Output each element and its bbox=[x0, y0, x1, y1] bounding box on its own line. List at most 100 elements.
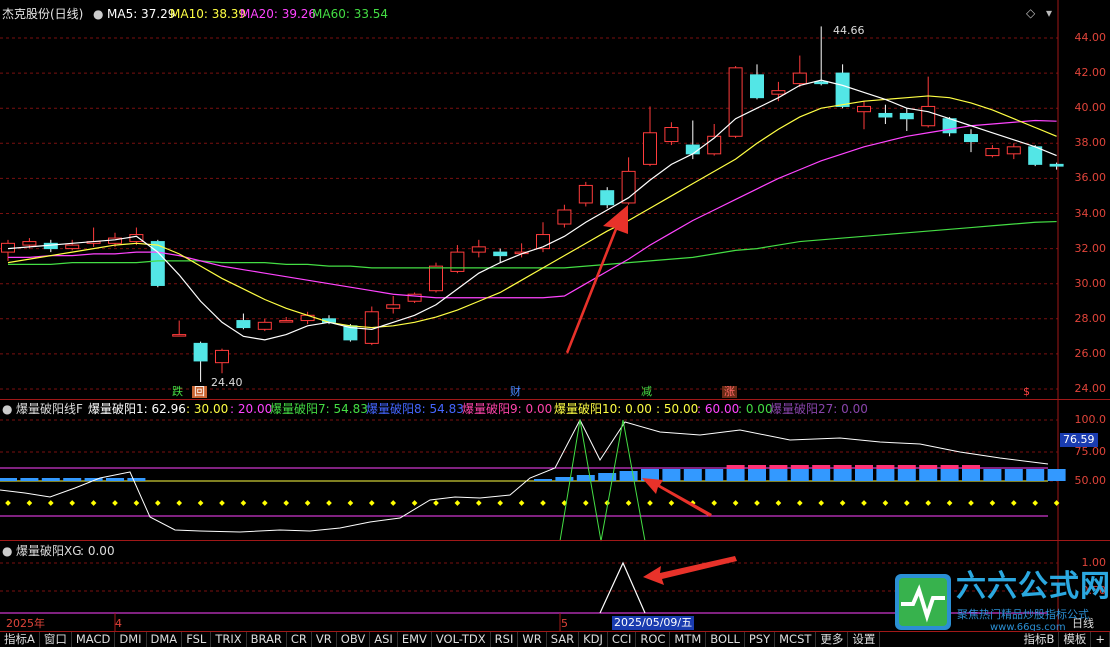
ind1-bar-top bbox=[769, 465, 788, 469]
toolbar-item-sar[interactable]: SAR bbox=[547, 632, 580, 647]
candle-body bbox=[557, 209, 572, 225]
indicator1-v13: : 0.00 bbox=[738, 402, 773, 416]
toolbar-item-rsi[interactable]: RSI bbox=[491, 632, 519, 647]
toolbar-item-[interactable]: 设置 bbox=[848, 632, 881, 647]
ind1-bar-top bbox=[940, 465, 959, 469]
toolbar-item-asi[interactable]: ASI bbox=[370, 632, 398, 647]
candle-body bbox=[771, 90, 786, 95]
ind1-yellow-dot bbox=[90, 500, 97, 506]
event-tag-return[interactable]: 回 bbox=[192, 386, 207, 398]
candle-body bbox=[257, 321, 272, 330]
watermark-logo-icon bbox=[895, 574, 951, 630]
toolbar-item-psy[interactable]: PSY bbox=[745, 632, 776, 647]
candle-body bbox=[493, 251, 508, 257]
toolbar-item-a[interactable]: 指标A bbox=[0, 632, 40, 647]
toolbar-item-macd[interactable]: MACD bbox=[72, 632, 116, 647]
ind1-yellow-dot bbox=[861, 500, 867, 506]
dropdown-icon[interactable]: ▾ bbox=[1046, 6, 1052, 20]
event-tag-rise[interactable]: 涨 bbox=[722, 386, 737, 398]
ind1-yellow-dot bbox=[968, 500, 974, 506]
indicator2-marker: ● bbox=[2, 544, 13, 558]
ind1-bar-top bbox=[919, 465, 938, 469]
indicator1-v11: : 50.00 bbox=[656, 402, 699, 416]
ind1-yellow-dot bbox=[882, 500, 889, 506]
ind1-bar bbox=[662, 469, 681, 481]
ind1-bar-top bbox=[748, 465, 766, 469]
ind2-signal-line bbox=[599, 561, 646, 614]
selected-date-label: 2025/05/09/五 bbox=[612, 616, 695, 630]
indicator-toolbar: 指标A 窗口 MACD DMI DMA FSL TRIX BRAR CR VR OBV ASI EMV V… bbox=[0, 631, 1110, 647]
ind1-bar bbox=[41, 478, 60, 481]
toolbar-item-cci[interactable]: CCI bbox=[608, 632, 637, 647]
candle-body bbox=[750, 74, 764, 99]
candle-body bbox=[65, 244, 80, 250]
toolbar-item-emv[interactable]: EMV bbox=[398, 632, 432, 647]
toolbar-item-voltdx[interactable]: VOL-TDX bbox=[432, 632, 491, 647]
toolbar-item-fsl[interactable]: FSL bbox=[182, 632, 212, 647]
candle-body bbox=[835, 72, 850, 107]
timeframe-label[interactable]: 日线 bbox=[1072, 617, 1094, 631]
toolbar-item-dmi[interactable]: DMI bbox=[115, 632, 147, 647]
red-arrow-ind1 bbox=[642, 478, 712, 517]
ind1-yellow-dot bbox=[304, 500, 311, 506]
toolbar-item-kdj[interactable]: KDJ bbox=[579, 632, 608, 647]
ma5-value: MA5: 37.29 bbox=[107, 7, 176, 21]
toolbar-right-item[interactable]: 模板 bbox=[1059, 632, 1092, 647]
diamond-icon[interactable]: ◇ bbox=[1026, 6, 1035, 20]
indicator1-name[interactable]: 爆量破阳线F bbox=[16, 402, 83, 416]
indicator1-v9: 爆量破阳9: 0.00 bbox=[462, 402, 553, 416]
toolbar-item-vr[interactable]: VR bbox=[312, 632, 337, 647]
toolbar-item-[interactable]: 更多 bbox=[816, 632, 849, 647]
toolbar-item-obv[interactable]: OBV bbox=[337, 632, 371, 647]
ind1-bar bbox=[576, 475, 595, 481]
toolbar-item-[interactable]: 窗口 bbox=[40, 632, 72, 647]
toolbar-right-item[interactable]: + bbox=[1091, 632, 1110, 647]
toolbar-item-wr[interactable]: WR bbox=[518, 632, 547, 647]
ma10-line bbox=[7, 95, 1057, 329]
toolbar-item-boll[interactable]: BOLL bbox=[706, 632, 745, 647]
ind1-bar bbox=[769, 469, 788, 481]
indicator1-current-value: 76.59 bbox=[1060, 433, 1098, 447]
toolbar-right-item[interactable]: 指标B bbox=[1019, 632, 1060, 647]
ma20-value: MA20: 39.26 bbox=[240, 7, 317, 21]
toolbar-item-dma[interactable]: DMA bbox=[147, 632, 183, 647]
date-month5-label: 5 bbox=[561, 617, 568, 630]
toolbar-item-mtm[interactable]: MTM bbox=[670, 632, 707, 647]
ind1-yellow-dot bbox=[497, 500, 504, 506]
ind1-bar bbox=[812, 469, 831, 481]
ind1-bar-top bbox=[962, 465, 980, 469]
date-month4-label: 4 bbox=[115, 617, 122, 630]
ind1-bar-top bbox=[855, 465, 873, 469]
toolbar-item-trix[interactable]: TRIX bbox=[211, 632, 247, 647]
ind1-yellow-dot bbox=[775, 500, 782, 506]
ind1-yellow-dot bbox=[818, 500, 825, 506]
event-tag-finance[interactable]: 财 bbox=[508, 386, 523, 398]
ind1-yellow-dot bbox=[26, 500, 33, 506]
candle-body bbox=[814, 81, 829, 85]
price-axis-tick: 44.00 bbox=[1074, 31, 1107, 44]
ind1-bar bbox=[790, 469, 809, 481]
toolbar-item-brar[interactable]: BRAR bbox=[247, 632, 287, 647]
price-axis-tick: 42.00 bbox=[1074, 66, 1107, 80]
watermark-slogan: 聚焦热门精品炒股指标公式 bbox=[957, 608, 1089, 621]
ind1-bar-top bbox=[833, 465, 852, 469]
indicator2-name[interactable]: 爆量破阳XG bbox=[16, 544, 82, 558]
candle-body bbox=[664, 127, 679, 143]
event-tag-fall[interactable]: 跌 bbox=[170, 386, 185, 398]
dollar-mark[interactable]: $ bbox=[1021, 386, 1032, 398]
stock-title[interactable]: 杰克股份(日线) bbox=[2, 7, 83, 21]
ind1-yellow-dot bbox=[989, 500, 996, 506]
candle-body bbox=[236, 320, 251, 329]
ind1-yellow-dot bbox=[625, 500, 632, 506]
event-tag-reduce[interactable]: 减 bbox=[639, 386, 654, 398]
ind1-bar bbox=[0, 478, 17, 481]
toolbar-item-mcst[interactable]: MCST bbox=[775, 632, 817, 647]
ind1-bar bbox=[63, 478, 82, 481]
ind1-bar-top bbox=[876, 465, 895, 469]
ind1-yellow-dot bbox=[1053, 500, 1060, 506]
ind1-yellow-dot bbox=[283, 500, 290, 506]
toolbar-item-roc[interactable]: ROC bbox=[636, 632, 671, 647]
toolbar-item-cr[interactable]: CR bbox=[287, 632, 312, 647]
panel-divider bbox=[0, 540, 1110, 541]
